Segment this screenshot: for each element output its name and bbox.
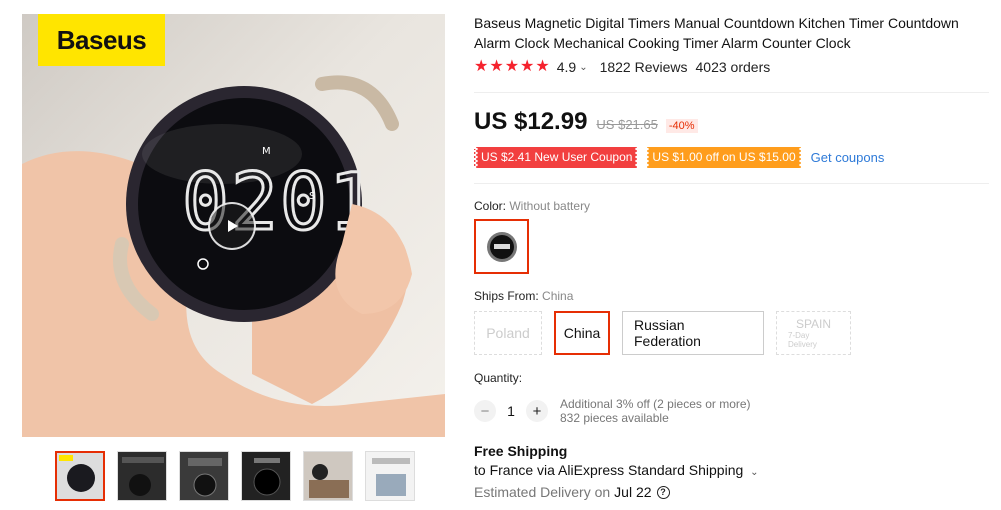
reviews-count[interactable]: 1822 Reviews [600,59,688,75]
get-coupons-link[interactable]: Get coupons [811,150,885,165]
store-coupon[interactable]: US $1.00 off on US $15.00 [646,147,802,168]
quantity-label: Quantity: [474,371,523,385]
star-icon: ★ [504,58,520,75]
ship-option-label: China [563,325,601,341]
rating-row: ★ ★ ★ ★ ★ 4.9 ⌄ 1822 Reviews 4023 orders [474,59,771,76]
price-row: US $12.99 US $21.65 -40% [474,108,698,136]
star-rating: ★ ★ ★ ★ ★ [474,59,550,75]
ship-option-label: Poland [486,325,530,341]
play-icon [228,220,238,232]
ship-option-label: SPAIN [795,317,832,331]
eta-date: Jul 22 [614,484,652,500]
estimated-delivery: Estimated Delivery on Jul 22 ? [474,484,670,500]
current-price: US $12.99 [474,108,588,135]
ships-value: China [542,289,574,303]
chevron-down-icon: ⌄ [750,467,759,478]
thumbnail-1[interactable] [55,451,105,501]
thumbnail-4[interactable] [241,451,291,501]
thumbnail-2[interactable] [117,451,167,501]
stock-available: 832 pieces available [560,411,669,425]
color-thumbnail [486,231,517,262]
thumbnail-6[interactable] [365,451,415,501]
star-icon: ★ [535,58,550,75]
increase-quantity-button[interactable]: + [526,400,548,422]
color-label: Color: Without battery [474,199,590,213]
quantity-info: Additional 3% off (2 pieces or more) 832… [560,397,751,425]
thumbnail-3[interactable] [179,451,229,501]
svg-text:M: M [262,146,271,157]
help-icon[interactable]: ? [656,485,670,499]
ships-from-options: Poland China Russian Federation SPAIN 7-… [474,311,851,355]
rating-value[interactable]: 4.9 [557,59,576,75]
color-option-without-battery[interactable] [474,219,529,274]
ship-option-russia[interactable]: Russian Federation [622,311,764,355]
color-label-text: Color: [474,199,507,213]
ship-option-label: Russian Federation [634,317,701,349]
free-shipping-label: Free Shipping [474,443,568,459]
quantity-stepper: − + Additional 3% off (2 pieces or more)… [474,397,751,425]
brand-logo: Baseus [38,14,165,66]
discount-badge: -40% [665,119,698,133]
svg-text:S: S [309,191,315,202]
eta-label: Estimated Delivery on [474,484,611,500]
ships-label-text: Ships From: [474,289,539,303]
quantity-input[interactable] [496,403,526,419]
chevron-down-icon[interactable]: ⌄ [579,62,587,73]
shipping-method-text: to France via AliExpress Standard Shippi… [474,462,744,478]
thumbnail-strip [55,451,415,501]
star-icon: ★ [520,58,535,75]
shipping-method-selector[interactable]: to France via AliExpress Standard Shippi… [474,462,759,478]
play-video-button[interactable] [208,202,256,250]
product-title: Baseus Magnetic Digital Timers Manual Co… [474,15,959,51]
divider [474,183,989,184]
divider [474,92,989,93]
bulk-discount-text: Additional 3% off (2 pieces or more) [560,397,751,411]
coupon-row: US $2.41 New User Coupon US $1.00 off on… [474,147,884,168]
star-icon: ★ [474,58,489,75]
decrease-quantity-button[interactable]: − [474,400,496,422]
original-price: US $21.65 [596,117,658,132]
star-icon: ★ [489,58,504,75]
ship-option-spain[interactable]: SPAIN 7-Day Delivery [776,311,851,355]
thumbnail-5[interactable] [303,451,353,501]
ship-option-poland[interactable]: Poland [474,311,542,355]
new-user-coupon[interactable]: US $2.41 New User Coupon [474,147,639,168]
ship-option-china[interactable]: China [554,311,610,355]
ships-from-label: Ships From: China [474,289,573,303]
color-value: Without battery [509,199,591,213]
ship-option-sublabel: 7-Day Delivery [788,331,817,349]
product-main-image[interactable]: Baseus 0201 M S [22,14,445,437]
orders-count: 4023 orders [695,59,771,75]
